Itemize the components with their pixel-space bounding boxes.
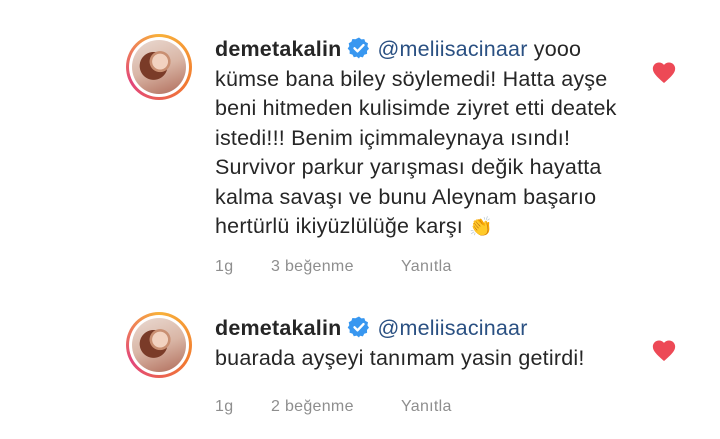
comment-message: buarada ayşeyi tanımam yasin getirdi!: [215, 345, 585, 370]
comment-item: demetakalin @meliisacinaar yooo kümse ban…: [0, 0, 720, 280]
comment-item: demetakalin @meliisacinaar buarada ayşeyi …: [0, 290, 720, 439]
avatar[interactable]: [126, 312, 192, 378]
avatar-photo: [132, 40, 186, 94]
heart-icon[interactable]: [651, 338, 677, 362]
clapping-hands-icon: 👏: [469, 217, 494, 238]
comment-meta: 1g 3 beğenme Yanıtla: [215, 258, 635, 276]
username[interactable]: demetakalin: [215, 316, 341, 340]
reply-button[interactable]: Yanıtla: [401, 398, 452, 416]
comment-text: demetakalin @meliisacinaar yooo kümse ban…: [215, 35, 635, 243]
mention-link[interactable]: @meliisacinaar: [377, 316, 527, 340]
comment-meta: 1g 2 beğenme Yanıtla: [215, 398, 635, 416]
comment-body: demetakalin @meliisacinaar buarada ayşeyi …: [215, 314, 635, 416]
comment-body: demetakalin @meliisacinaar yooo kümse ban…: [215, 35, 635, 276]
comment-time: 1g: [215, 257, 234, 275]
verified-badge-icon: [348, 37, 370, 59]
avatar-photo: [132, 318, 186, 372]
verified-badge-icon: [348, 316, 370, 338]
comment-message: yooo kümse bana biley söylemedi! Hatta a…: [215, 37, 617, 238]
comment-time: 1g: [215, 398, 234, 415]
avatar[interactable]: [126, 34, 192, 100]
comment-text: demetakalin @meliisacinaar buarada ayşeyi …: [215, 314, 635, 373]
reply-button[interactable]: Yanıtla: [401, 258, 452, 276]
likes-count-link[interactable]: 3 beğenme: [271, 258, 401, 276]
likes-count-link[interactable]: 2 beğenme: [271, 398, 401, 416]
heart-icon[interactable]: [651, 60, 677, 84]
mention-link[interactable]: @meliisacinaar: [377, 37, 527, 61]
username[interactable]: demetakalin: [215, 37, 341, 61]
